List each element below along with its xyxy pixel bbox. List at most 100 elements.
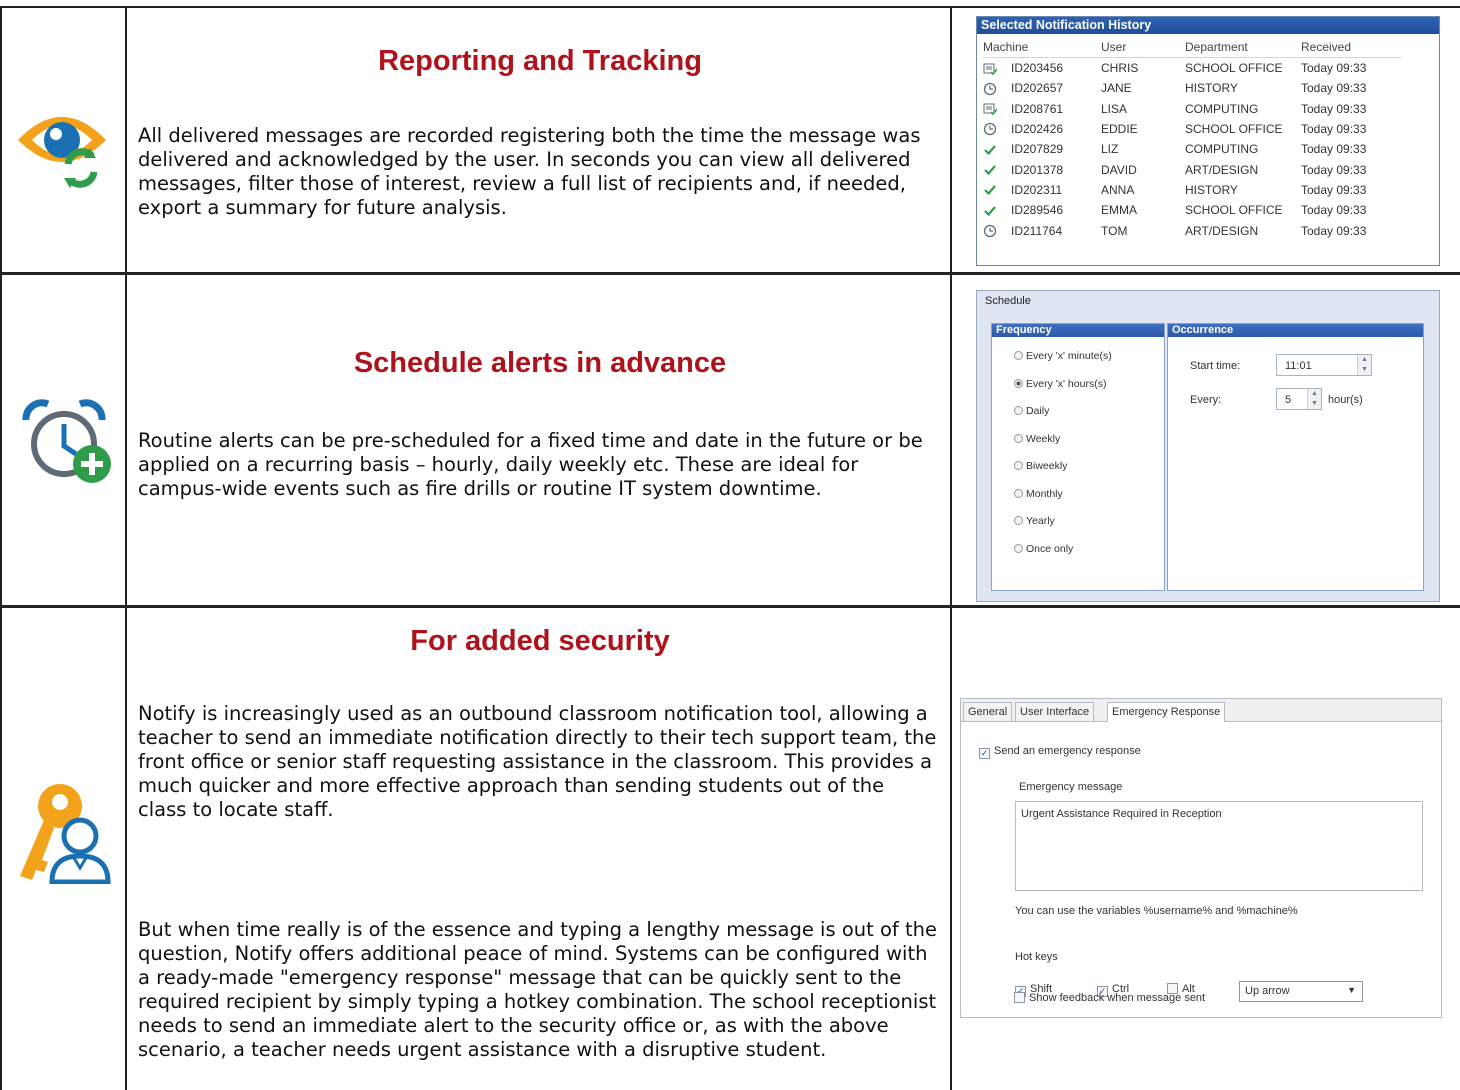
clock-icon xyxy=(983,78,1011,98)
user-cell: TOM xyxy=(1101,223,1128,238)
machine-cell: ID207829 xyxy=(1011,142,1064,157)
frequency-option[interactable]: Monthly xyxy=(1014,488,1063,500)
feedback-checkbox[interactable] xyxy=(1014,992,1025,1003)
radio-button[interactable] xyxy=(1014,543,1023,553)
frequency-header: Frequency xyxy=(992,324,1164,337)
radio-button[interactable] xyxy=(1014,351,1023,360)
frequency-option[interactable]: Biweekly xyxy=(1014,460,1067,472)
start-time-value: 11:01 xyxy=(1285,360,1312,372)
column-department[interactable]: Department xyxy=(1185,40,1301,58)
section-text-security-1: Notify is increasingly used as an outbou… xyxy=(138,702,937,821)
radio-button[interactable] xyxy=(1014,433,1023,443)
department-cell: SCHOOL OFFICE xyxy=(1185,122,1283,137)
department-cell: SCHOOL OFFICE xyxy=(1185,61,1283,76)
section-text-reporting: All delivered messages are recorded regi… xyxy=(138,124,921,219)
user-cell: JANE xyxy=(1101,81,1132,96)
section-text-security-2: But when time really is of the essence a… xyxy=(138,918,937,1061)
frequency-option-label: Weekly xyxy=(1026,432,1061,445)
every-label: Every: xyxy=(1190,394,1222,406)
frequency-option-label: Every 'x' hours(s) xyxy=(1026,377,1107,390)
send-emergency-option[interactable]: ✓ Send an emergency response xyxy=(979,745,1141,759)
frequency-option[interactable]: Yearly xyxy=(1014,515,1055,527)
machine-cell: ID289546 xyxy=(1011,203,1064,218)
feedback-option-visible[interactable]: Show feedback when message sent xyxy=(1014,992,1205,1004)
column-received[interactable]: Received xyxy=(1301,40,1401,58)
machine-cell: ID202657 xyxy=(1011,81,1064,96)
frequency-option[interactable]: Every 'x' hours(s) xyxy=(1014,378,1106,390)
machine-cell: ID203456 xyxy=(1011,61,1064,76)
clock-icon xyxy=(983,220,1011,240)
history-header-row: Machine User Department Received xyxy=(983,40,1401,58)
tab-emergency-response[interactable]: Emergency Response xyxy=(1107,702,1226,722)
column-machine[interactable]: Machine xyxy=(983,40,1101,58)
machine-cell: ID208761 xyxy=(1011,101,1064,116)
emergency-settings-panel: General User Interface Emergency Respons… xyxy=(960,698,1442,1018)
department-cell: HISTORY xyxy=(1185,182,1238,197)
frequency-option[interactable]: Daily xyxy=(1014,405,1049,417)
schedule-dialog: Schedule Frequency Every 'x' minute(s) Ev… xyxy=(976,290,1440,602)
table-row[interactable]: ID208761 LISA COMPUTING Today 09:33 xyxy=(983,99,1401,119)
department-cell: HISTORY xyxy=(1185,81,1238,96)
table-row[interactable]: ID202426 EDDIE SCHOOL OFFICE Today 09:33 xyxy=(983,119,1401,139)
frequency-option-label: Yearly xyxy=(1026,515,1055,527)
key-user-icon xyxy=(20,784,111,884)
frequency-group: Frequency Every 'x' minute(s) Every 'x' h… xyxy=(991,323,1165,591)
radio-button[interactable] xyxy=(1014,378,1023,388)
radio-button[interactable] xyxy=(1014,516,1023,525)
table-divider-image-col xyxy=(950,6,952,1090)
every-input[interactable]: 5 ▲ ▼ xyxy=(1276,388,1322,410)
table-row-divider-2 xyxy=(0,605,1460,608)
every-value: 5 xyxy=(1285,394,1292,406)
section-text-schedule: Routine alerts can be pre-scheduled for … xyxy=(138,429,923,500)
every-spinner[interactable]: ▲ ▼ xyxy=(1307,389,1321,409)
frequency-option[interactable]: Once only xyxy=(1014,543,1073,555)
frequency-option[interactable]: Weekly xyxy=(1014,433,1060,445)
frequency-option[interactable]: Every 'x' minute(s) xyxy=(1014,350,1112,362)
history-title: Selected Notification History xyxy=(977,17,1439,34)
department-cell: SCHOOL OFFICE xyxy=(1185,203,1283,218)
radio-button[interactable] xyxy=(1014,406,1023,415)
start-time-spinner[interactable]: ▲ ▼ xyxy=(1357,355,1371,375)
machine-cell: ID202311 xyxy=(1011,182,1063,197)
hotkey-dropdown-value: Up arrow xyxy=(1245,985,1290,997)
frequency-option-label: Every 'x' minute(s) xyxy=(1026,350,1112,362)
received-cell: Today 09:33 xyxy=(1301,81,1367,96)
hotkey-dropdown[interactable]: Up arrow ▼ xyxy=(1239,981,1363,1002)
check-icon xyxy=(983,159,1011,179)
radio-button[interactable] xyxy=(1014,488,1023,498)
user-cell: EDDIE xyxy=(1101,122,1138,137)
table-border-left xyxy=(0,6,2,1090)
table-row[interactable]: ID207829 LIZ COMPUTING Today 09:33 xyxy=(983,139,1401,159)
occurrence-group: Occurrence Start time: 11:01 ▲ ▼ Every: 5… xyxy=(1167,323,1424,591)
column-user[interactable]: User xyxy=(1101,40,1185,58)
emergency-message-field[interactable]: Urgent Assistance Required in Reception xyxy=(1015,801,1423,891)
frequency-option-label: Biweekly xyxy=(1026,460,1068,472)
radio-button[interactable] xyxy=(1014,461,1023,470)
received-cell: Today 09:33 xyxy=(1301,101,1367,116)
received-cell: Today 09:33 xyxy=(1301,223,1367,238)
settings-tabs: General User Interface Emergency Respons… xyxy=(961,699,1441,722)
chevron-down-icon: ▼ xyxy=(1347,985,1356,995)
table-row[interactable]: ID202311 ANNA HISTORY Today 09:33 xyxy=(983,180,1401,200)
table-row[interactable]: ID203456 CHRIS SCHOOL OFFICE Today 09:33 xyxy=(983,58,1401,79)
tab-general[interactable]: General xyxy=(963,702,1013,721)
message-check-icon xyxy=(983,58,1011,79)
feature-table: Reporting and Tracking All delivered mes… xyxy=(0,0,1460,1090)
machine-cell: ID201378 xyxy=(1011,162,1064,177)
table-row[interactable]: ID289546 EMMA SCHOOL OFFICE Today 09:33 xyxy=(983,200,1401,220)
section-title-security: For added security xyxy=(410,625,670,657)
start-time-input[interactable]: 11:01 ▲ ▼ xyxy=(1276,354,1372,376)
frequency-option-label: Daily xyxy=(1026,405,1050,417)
table-row[interactable]: ID201378 DAVID ART/DESIGN Today 09:33 xyxy=(983,159,1401,179)
table-row[interactable]: ID202657 JANE HISTORY Today 09:33 xyxy=(983,78,1401,98)
history-table: Machine User Department Received ID20345… xyxy=(983,40,1401,241)
table-row[interactable]: ID211764 TOM ART/DESIGN Today 09:33 xyxy=(983,220,1401,240)
table-divider-icon-col xyxy=(125,6,127,1090)
eye-refresh-icon xyxy=(18,117,106,188)
table-row-divider-1 xyxy=(0,272,1460,275)
tab-user-interface[interactable]: User Interface xyxy=(1015,702,1095,721)
user-cell: LIZ xyxy=(1101,142,1119,157)
department-cell: ART/DESIGN xyxy=(1185,223,1259,238)
received-cell: Today 09:33 xyxy=(1301,182,1367,197)
send-emergency-checkbox[interactable]: ✓ xyxy=(979,748,990,759)
